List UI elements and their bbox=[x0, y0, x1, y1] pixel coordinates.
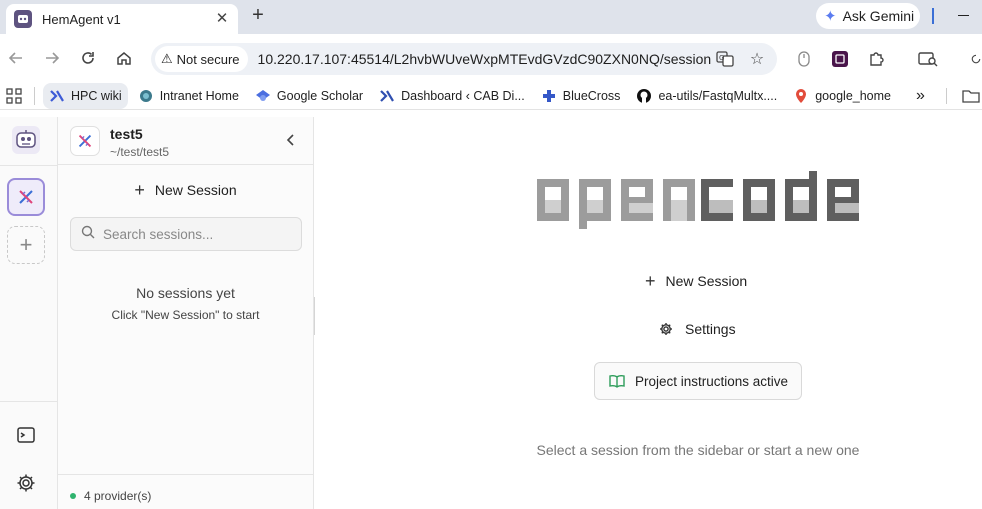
robot-favicon-icon bbox=[14, 10, 32, 28]
tab-title: HemAgent v1 bbox=[42, 11, 121, 27]
rail-divider bbox=[0, 165, 57, 166]
sidebar-footer-divider bbox=[58, 474, 313, 475]
project-path: ~/test/test5 bbox=[110, 145, 170, 159]
add-project-button[interactable]: + bbox=[7, 226, 45, 264]
bookmark-hpc-wiki[interactable]: HPC wiki bbox=[43, 82, 128, 109]
hpc-icon bbox=[49, 88, 65, 104]
gear-icon[interactable] bbox=[16, 473, 36, 493]
gemini-sparkle-icon: ✦ bbox=[824, 8, 837, 25]
bookmarks-bar: HPC wiki Intranet Home Google Scholar Da… bbox=[0, 82, 982, 110]
providers-status[interactable]: 4 provider(s) bbox=[70, 489, 151, 503]
rail-divider bbox=[0, 401, 57, 402]
empty-state-subtitle: Click "New Session" to start bbox=[111, 308, 260, 322]
bookmark-ea-utils[interactable]: ea-utils/FastqMultx.... bbox=[630, 83, 783, 109]
bookmark-label: Google Scholar bbox=[276, 88, 364, 103]
dna-icon bbox=[70, 126, 100, 156]
new-session-label: New Session bbox=[665, 273, 748, 289]
search-icon bbox=[81, 225, 95, 244]
bookmark-label: Intranet Home bbox=[159, 88, 239, 103]
not-secure-label: Not secure bbox=[176, 51, 240, 67]
instructions-label: Project instructions active bbox=[635, 373, 789, 389]
project-rail: + bbox=[0, 117, 58, 509]
settings-label: Settings bbox=[685, 321, 736, 337]
new-tab-button[interactable]: + bbox=[248, 5, 268, 26]
not-secure-chip[interactable]: ⚠ Not secure bbox=[155, 46, 248, 72]
status-dot-icon bbox=[70, 493, 76, 499]
terminal-icon[interactable] bbox=[16, 425, 36, 445]
github-icon bbox=[636, 88, 652, 104]
forward-arrow-icon[interactable] bbox=[40, 46, 64, 70]
main-settings-button[interactable]: Settings bbox=[659, 318, 736, 340]
project-header: test5 ~/test/test5 bbox=[58, 117, 313, 165]
window-separator bbox=[932, 8, 934, 24]
update-icon[interactable] bbox=[970, 49, 982, 69]
bookmark-google-scholar[interactable]: Google Scholar bbox=[249, 83, 369, 109]
sidebar-new-session-button[interactable]: + New Session bbox=[58, 179, 313, 201]
maps-pin-icon bbox=[793, 88, 809, 104]
ask-gemini-label: Ask Gemini bbox=[842, 8, 915, 24]
main-panel: opencode + New Session Settings bbox=[315, 117, 982, 509]
more-bookmarks-chevron-icon[interactable]: » bbox=[910, 83, 931, 109]
tab-close-icon[interactable]: ✕ bbox=[214, 11, 230, 27]
extension-mouse-icon[interactable] bbox=[794, 49, 814, 69]
empty-state-title: No sessions yet bbox=[136, 285, 235, 301]
project-name: test5 bbox=[110, 126, 143, 142]
bookmark-label: ea-utils/FastqMultx.... bbox=[658, 88, 778, 103]
warning-triangle-icon: ⚠ bbox=[161, 51, 173, 66]
dashboard-icon bbox=[379, 88, 395, 104]
browser-tabstrip: HemAgent v1 ✕ + ✦ Ask Gemini bbox=[0, 0, 982, 34]
intranet-icon bbox=[138, 88, 154, 104]
scholar-icon bbox=[255, 88, 271, 104]
bookmark-dashboard[interactable]: Dashboard ‹ CAB Di... bbox=[373, 83, 531, 109]
bookmark-bluecross[interactable]: BlueCross bbox=[535, 83, 627, 109]
plus-icon: + bbox=[645, 270, 656, 291]
folder-icon[interactable] bbox=[958, 83, 982, 109]
dna-icon bbox=[19, 190, 33, 204]
new-session-label: New Session bbox=[154, 182, 237, 198]
reload-icon[interactable] bbox=[76, 46, 100, 70]
tab-search-icon[interactable] bbox=[918, 49, 938, 69]
bookmark-label: Dashboard ‹ CAB Di... bbox=[401, 88, 525, 103]
project-instructions-badge[interactable]: Project instructions active bbox=[594, 362, 802, 400]
minimize-icon[interactable] bbox=[958, 15, 969, 16]
sessions-sidebar: test5 ~/test/test5 + New Session No sess… bbox=[58, 117, 314, 509]
project-button-test5[interactable] bbox=[7, 178, 45, 216]
translate-icon[interactable]: G bbox=[713, 47, 737, 71]
apps-grid-icon[interactable] bbox=[2, 83, 26, 109]
ask-gemini-button[interactable]: ✦ Ask Gemini bbox=[816, 3, 920, 29]
url-text[interactable]: 10.220.17.107:45514/L2hvbWUveWxpMTEvdGVz… bbox=[258, 51, 713, 67]
opencode-logo: opencode bbox=[537, 171, 859, 229]
bookmark-label: HPC wiki bbox=[71, 88, 122, 103]
bookmark-intranet-home[interactable]: Intranet Home bbox=[132, 83, 245, 109]
bookmarks-divider bbox=[34, 86, 35, 105]
book-open-icon bbox=[609, 375, 625, 388]
browser-toolbar: ⚠ Not secure 10.220.17.107:45514/L2hvbWU… bbox=[0, 34, 982, 82]
plus-icon: + bbox=[19, 232, 33, 257]
bookmarks-divider bbox=[946, 88, 947, 104]
bluecross-icon bbox=[541, 88, 557, 104]
browser-tab[interactable]: HemAgent v1 ✕ bbox=[6, 4, 238, 34]
extension-slack-icon[interactable] bbox=[830, 49, 850, 69]
empty-hint-text: Select a session from the sidebar or sta… bbox=[536, 442, 860, 458]
plus-icon: + bbox=[134, 179, 145, 200]
bookmark-label: BlueCross bbox=[562, 88, 621, 103]
back-arrow-icon[interactable] bbox=[4, 46, 28, 70]
session-search-box[interactable] bbox=[70, 217, 302, 251]
gear-icon bbox=[660, 323, 672, 335]
address-bar[interactable]: ⚠ Not secure 10.220.17.107:45514/L2hvbWU… bbox=[151, 43, 777, 75]
star-bookmark-icon[interactable]: ☆ bbox=[745, 47, 769, 71]
svg-text:G: G bbox=[719, 54, 724, 62]
main-new-session-button[interactable]: + New Session bbox=[645, 270, 747, 292]
home-icon[interactable] bbox=[112, 46, 136, 70]
robot-logo-icon[interactable] bbox=[12, 126, 40, 154]
app-window: + test5 ~/test/test5 + New Session Searc… bbox=[0, 117, 982, 509]
search-input[interactable] bbox=[103, 226, 293, 242]
bookmark-google-home[interactable]: google_home bbox=[787, 83, 897, 109]
bookmark-label: google_home bbox=[815, 88, 891, 103]
extensions-puzzle-icon[interactable] bbox=[866, 49, 886, 69]
collapse-sidebar-chevron-icon[interactable] bbox=[282, 131, 300, 149]
providers-label: 4 provider(s) bbox=[84, 489, 152, 503]
